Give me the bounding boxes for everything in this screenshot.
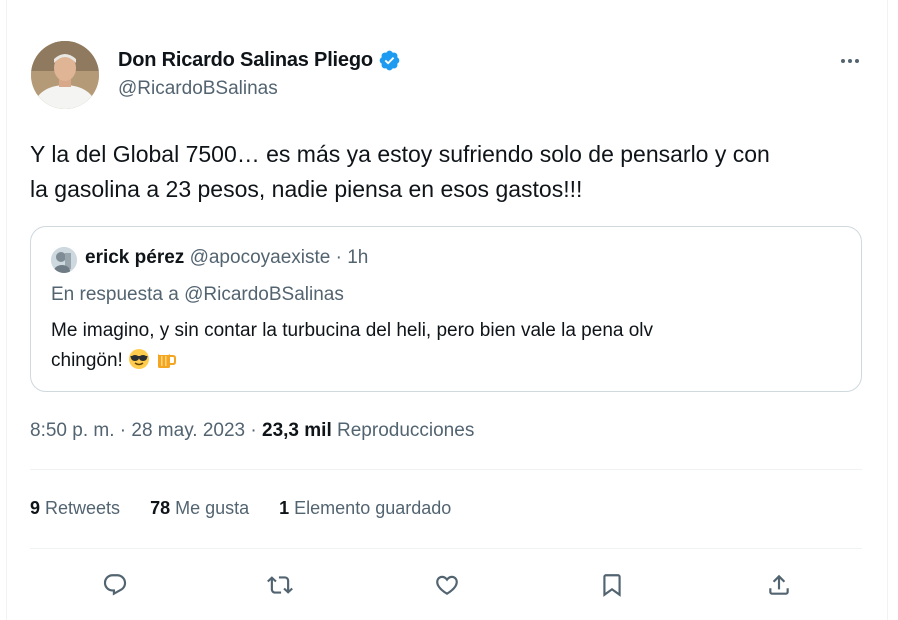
tweet-text: Y la del Global 7500… es más ya estoy su… [30,137,870,207]
like-button[interactable] [427,565,467,605]
reply-to-handle[interactable]: @RicardoBSalinas [184,284,344,305]
dot [855,59,859,63]
meta-separator: · [114,420,132,441]
share-button[interactable] [759,565,799,605]
action-bar [0,565,898,605]
bookmarks-label: Elemento guardado [294,498,452,518]
divider [30,469,862,470]
engagement-stats: 9 Retweets 78 Me gusta 1 Elemento guardado [30,498,481,519]
like-icon [436,575,458,595]
quoted-handle-text[interactable]: @apocoyaexiste [190,247,331,268]
quoted-author-avatar[interactable] [51,247,77,273]
tweet-date[interactable]: 28 may. 2023 [131,420,245,441]
quoted-author-handle[interactable]: @apocoyaexiste [190,247,331,268]
quoted-author-name[interactable]: erick pérez [85,247,184,268]
likes-stat[interactable]: 78 Me gusta [150,498,249,519]
likes-count: 78 [150,498,171,518]
share-icon [769,574,789,595]
bookmarks-stat[interactable]: 1 Elemento guardado [279,498,451,519]
tweet-text-line: Y la del Global 7500… es más ya estoy su… [30,141,770,167]
more-options-icon[interactable] [833,48,867,74]
quoted-time[interactable]: 1h [347,247,368,268]
tweet-text-line: la gasolina a 23 pesos, nadie piensa en … [30,176,583,202]
reply-icon [103,574,127,596]
divider [30,548,862,549]
retweet-button[interactable] [260,565,300,605]
quoted-separator: · [330,247,348,268]
quoted-text-line: Me imagino, y sin contar la turbucina de… [51,320,654,341]
reply-button[interactable] [95,565,135,605]
dot [841,59,845,63]
retweets-label: Retweets [45,498,121,518]
beer-mug-emoji [158,351,177,368]
meta-separator: · [245,420,263,441]
author-handle[interactable]: @RicardoBSalinas [118,78,278,100]
quoted-text: Me imagino, y sin contar la turbucina de… [51,316,811,376]
author-avatar[interactable] [31,41,99,109]
quoted-tweet[interactable]: erick pérez @apocoyaexiste · 1h En respu… [30,226,862,392]
quoted-header: erick pérez @apocoyaexiste · 1h [85,247,368,269]
bookmarks-count: 1 [279,498,290,518]
dot [848,59,852,63]
retweets-count: 9 [30,498,41,518]
retweet-icon [267,576,293,594]
author-name-text[interactable]: Don Ricardo Salinas Pliego [118,49,373,72]
bookmark-icon [603,574,621,597]
verified-badge-icon [379,50,400,71]
sunglasses-emoji [129,349,150,369]
retweets-stat[interactable]: 9 Retweets [30,498,120,519]
reply-prefix: En respuesta a [51,284,185,305]
views-count: 23,3 mil [262,420,332,441]
bookmark-button[interactable] [592,565,632,605]
quoted-reply-context: En respuesta a @RicardoBSalinas [51,284,344,306]
views-label: Reproducciones [337,420,475,441]
tweet-timestamp: 8:50 p. m. · 28 may. 2023 · 23,3 mil Rep… [30,420,474,442]
likes-label: Me gusta [175,498,250,518]
quoted-text-line2: chingön! [51,346,811,376]
tweet-time[interactable]: 8:50 p. m. [30,420,115,441]
author-display-name[interactable]: Don Ricardo Salinas Pliego [118,49,401,72]
quoted-text-line: chingön! [51,350,129,371]
